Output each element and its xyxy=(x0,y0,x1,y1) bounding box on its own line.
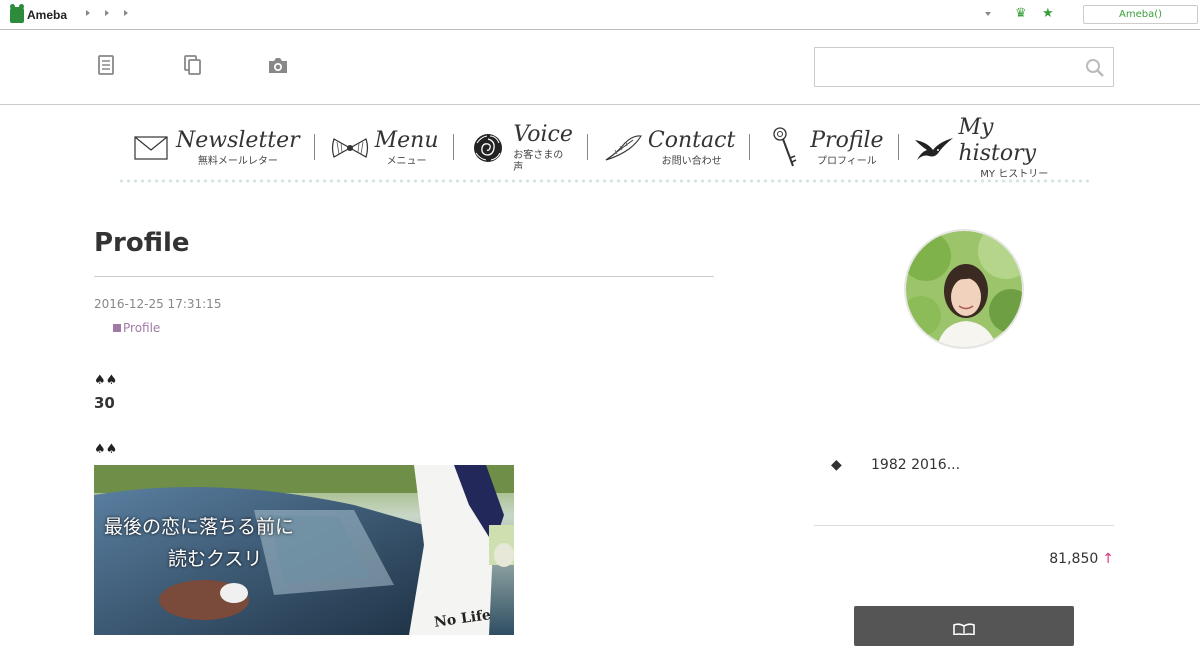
nav-label-ja: プロフィール xyxy=(816,156,877,167)
main-nav: Newsletter 無料メールレター Menu メニュー Voice お客さまの声 … xyxy=(130,115,1071,180)
nav-label-en: Profile xyxy=(810,128,884,153)
reader-counter: 81,850 ↑ xyxy=(814,551,1114,567)
book-title-line2: 読むクスリ xyxy=(168,548,263,570)
copy-icon[interactable] xyxy=(183,55,203,79)
key-icon xyxy=(764,127,806,169)
arrow-up-icon: ↑ xyxy=(1102,551,1114,567)
nav-item-contact[interactable]: Contact お問い合わせ xyxy=(602,120,735,176)
article-category[interactable]: Profile xyxy=(113,321,714,335)
nav-label-ja: お問い合わせ xyxy=(661,156,722,167)
nav-divider xyxy=(897,134,899,160)
nav-label-ja: お客さまの声 xyxy=(513,150,564,173)
bow-icon xyxy=(329,127,371,169)
nav-dotted-divider xyxy=(118,178,1093,184)
decorative-spades: ♠♠ xyxy=(94,442,118,457)
category-label: Profile xyxy=(123,321,161,335)
envelope-icon xyxy=(130,127,172,169)
nav-item-menu[interactable]: Menu メニュー xyxy=(329,120,439,176)
article-heading-number: 30 xyxy=(94,394,115,412)
crown-icon[interactable]: ♛ xyxy=(1015,7,1027,21)
article-title[interactable]: Profile xyxy=(94,226,714,260)
dropdown-arrow-icon[interactable] xyxy=(985,12,991,16)
profile-description: ◆ 1982 2016... xyxy=(831,457,960,473)
open-book-icon xyxy=(953,620,975,646)
article: Profile 2016-12-25 17:31:15 Profile ♠♠ 3… xyxy=(94,226,714,635)
book-cover-image[interactable]: 最後の恋に落ちる前に 読むクスリ No Life xyxy=(94,465,514,635)
reader-count: 81,850 xyxy=(1049,551,1099,567)
nav-label-en: Menu xyxy=(374,128,439,153)
nav-label-en: Voice xyxy=(513,122,573,147)
nav-label-en: Newsletter xyxy=(176,128,300,153)
nav-divider xyxy=(452,134,454,160)
nav-label-ja: 無料メールレター xyxy=(197,156,278,167)
nav-item-my-history[interactable]: My history MY ヒストリー xyxy=(913,115,1071,180)
nav-item-voice[interactable]: Voice お客さまの声 xyxy=(467,120,573,176)
swallow-bird-icon xyxy=(913,127,955,169)
arrow-right-icon[interactable] xyxy=(124,10,128,16)
ameba-logo[interactable]: Ameba xyxy=(10,4,68,24)
nav-item-profile[interactable]: Profile プロフィール xyxy=(764,120,884,176)
nav-label-en: Contact xyxy=(647,128,736,153)
feather-pen-icon xyxy=(602,127,644,169)
article-date: 2016-12-25 17:31:15 xyxy=(94,297,222,311)
ameba-logo-text: Ameba xyxy=(27,8,68,22)
book-title-line1: 最後の恋に落ちる前に xyxy=(104,516,295,538)
nav-label-ja: メニュー xyxy=(386,156,427,167)
nav-divider xyxy=(313,134,315,160)
sidebar-divider xyxy=(814,525,1114,526)
list-icon[interactable] xyxy=(97,55,115,79)
star-icon[interactable]: ★ xyxy=(1042,6,1054,22)
category-square-icon xyxy=(113,324,121,332)
profile-description-text[interactable]: 1982 2016... xyxy=(871,457,960,473)
reader-register-button[interactable] xyxy=(854,606,1074,646)
nav-label-en: My history xyxy=(958,115,1037,166)
title-divider xyxy=(94,276,714,277)
profile-avatar[interactable] xyxy=(904,229,1024,349)
rose-icon xyxy=(467,127,509,169)
arrow-right-icon[interactable] xyxy=(105,10,109,16)
search-box xyxy=(814,47,1114,87)
search-icon[interactable] xyxy=(1085,58,1105,82)
decorative-spades: ♠♠ xyxy=(94,373,118,388)
diamond-bullet-icon: ◆ xyxy=(831,457,842,473)
ameba-frog-icon xyxy=(10,4,24,23)
nav-item-newsletter[interactable]: Newsletter 無料メールレター xyxy=(130,120,300,176)
camera-icon[interactable] xyxy=(267,55,289,79)
search-input[interactable] xyxy=(815,48,1075,86)
blog-header xyxy=(0,31,1200,105)
arrow-right-icon[interactable] xyxy=(86,10,90,16)
nav-divider xyxy=(749,134,751,160)
ameba-login-button[interactable]: Ameba() xyxy=(1083,5,1198,24)
ameba-top-bar: Ameba ♛ ★ Ameba() xyxy=(0,0,1200,30)
nav-divider xyxy=(586,134,588,160)
